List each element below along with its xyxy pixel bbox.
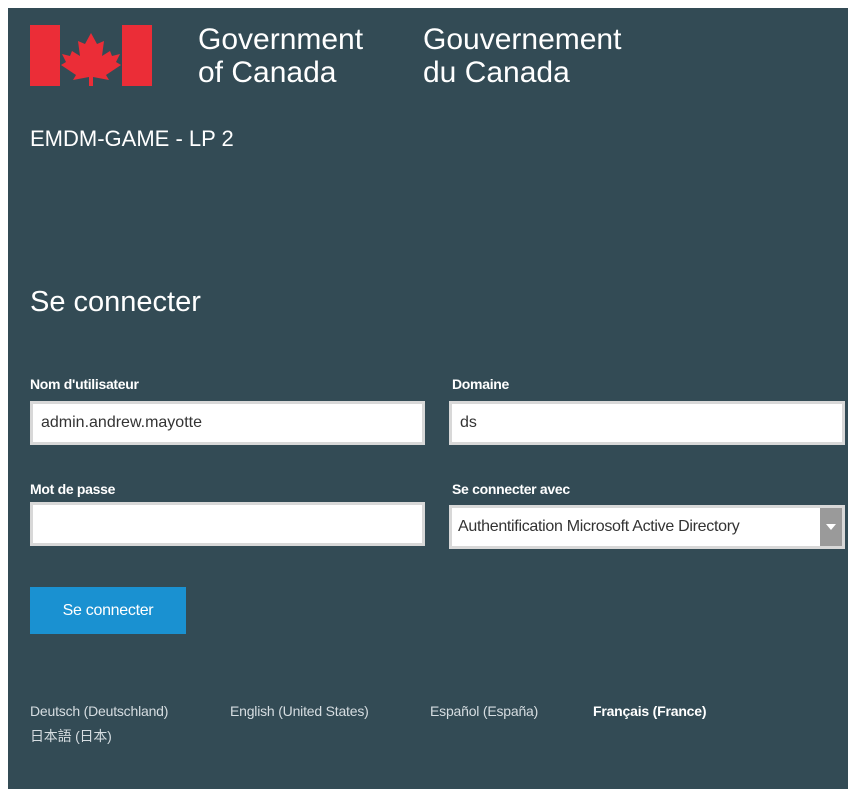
auth-method-label: Se connecter avec bbox=[452, 481, 570, 497]
username-label: Nom d'utilisateur bbox=[30, 376, 139, 392]
language-link-ja[interactable]: 日本語 (日本) bbox=[30, 726, 112, 746]
login-page: Government of Canada Gouvernement du Can… bbox=[8, 8, 848, 789]
auth-method-select[interactable]: Authentification Microsoft Active Direct… bbox=[449, 505, 845, 549]
wordmark-fr-line2: du Canada bbox=[423, 56, 570, 89]
wordmark-en-line2: of Canada bbox=[198, 56, 337, 89]
wordmark-fr-line1: Gouvernement bbox=[423, 23, 622, 56]
password-label: Mot de passe bbox=[30, 481, 116, 497]
domain-input[interactable] bbox=[449, 401, 845, 445]
login-heading: Se connecter bbox=[30, 286, 201, 318]
username-input[interactable] bbox=[30, 401, 425, 445]
government-of-canada-wordmark-en: Government of Canada bbox=[198, 23, 363, 89]
app-title: EMDM-GAME - LP 2 bbox=[30, 126, 234, 151]
password-input[interactable] bbox=[30, 502, 425, 546]
language-link-es[interactable]: Español (España) bbox=[430, 703, 538, 719]
wordmark-en-line1: Government bbox=[198, 23, 364, 56]
language-link-fr[interactable]: Français (France) bbox=[593, 703, 707, 719]
auth-method-selected-value: Authentification Microsoft Active Direct… bbox=[458, 518, 740, 535]
login-button[interactable]: Se connecter bbox=[30, 587, 186, 634]
domain-label: Domaine bbox=[452, 376, 510, 392]
language-link-de[interactable]: Deutsch (Deutschland) bbox=[30, 703, 168, 719]
chevron-down-icon[interactable] bbox=[820, 508, 842, 546]
government-of-canada-wordmark-fr: Gouvernement du Canada bbox=[423, 23, 621, 89]
language-link-en[interactable]: English (United States) bbox=[230, 703, 369, 719]
canada-flag-icon bbox=[30, 25, 152, 86]
